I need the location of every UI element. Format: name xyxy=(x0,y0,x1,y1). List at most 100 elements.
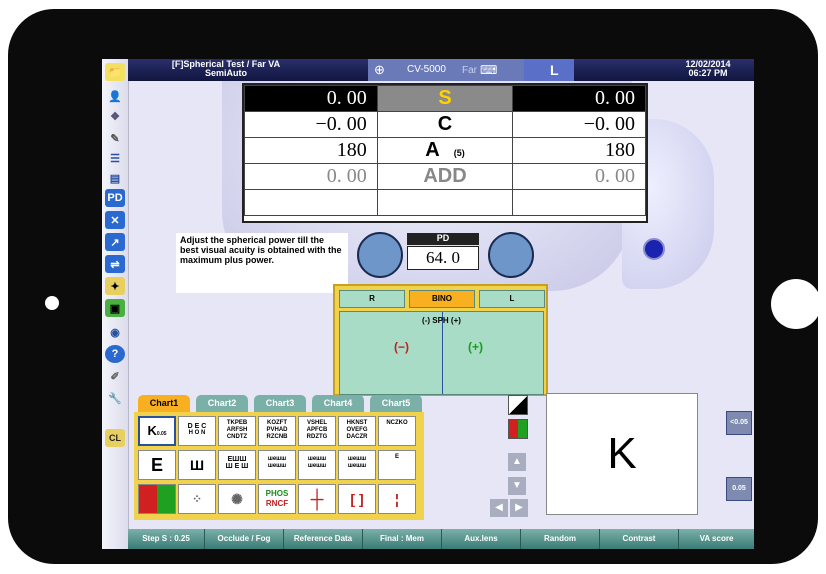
arrow-right-icon[interactable]: ▶ xyxy=(510,499,528,517)
va-score-button[interactable]: VA score xyxy=(679,529,754,549)
row-add: 0. 00 ADD 0. 00 xyxy=(244,163,646,190)
va-down-button[interactable]: <0.05 xyxy=(726,411,752,435)
view-icon[interactable]: ◉ xyxy=(105,323,125,341)
sph-label: (-) SPH (+) xyxy=(422,316,461,325)
chart-cross[interactable]: ┼ xyxy=(298,484,336,514)
list-icon[interactable]: ☰ xyxy=(105,149,125,167)
faded-label: Far xyxy=(462,65,477,76)
row-a: 180 A (5) 180 xyxy=(244,137,646,164)
chart-hknst[interactable]: HKNST OVEFG DACZR xyxy=(338,416,376,446)
c-label[interactable]: C xyxy=(376,111,514,138)
s-right[interactable]: 0. 00 xyxy=(244,85,378,112)
tab-r[interactable]: R xyxy=(339,290,405,308)
chart-grid: K0.05 D E CH O N TKPEB ARFSH CNDTZ KOZFT… xyxy=(134,412,424,520)
chart-nczko[interactable]: NCZKO xyxy=(378,416,416,446)
minus-button[interactable]: (−) xyxy=(394,340,409,354)
pen-icon[interactable]: ✐ xyxy=(105,367,125,385)
chart-e[interactable]: E xyxy=(138,450,176,480)
chart-brackets[interactable]: [ ] xyxy=(338,484,376,514)
sph-area[interactable]: (-) SPH (+) (−) (+) xyxy=(339,311,544,395)
eye-selector[interactable] xyxy=(524,59,574,81)
contrast-button[interactable]: Contrast xyxy=(600,529,679,549)
chart-dec[interactable]: D E CH O N xyxy=(178,416,216,446)
add-left[interactable]: 0. 00 xyxy=(512,163,646,190)
chart-astig-dial[interactable]: ✺ xyxy=(218,484,256,514)
move-icon[interactable]: ⊕ xyxy=(374,62,385,78)
chart-e-mixed[interactable]: ЕШШ Ш Е Ш xyxy=(218,450,256,480)
add-right[interactable]: 0. 00 xyxy=(244,163,378,190)
data-icon[interactable]: ❖ xyxy=(105,107,125,125)
test-icon-1[interactable]: ✕ xyxy=(105,211,125,229)
home-button[interactable] xyxy=(771,279,821,329)
chart-dots[interactable]: ⁘ xyxy=(178,484,216,514)
eye-label: L xyxy=(550,62,559,78)
tab-chart3[interactable]: Chart3 xyxy=(254,395,306,412)
contrast-icon[interactable] xyxy=(508,395,528,415)
test-icon-4[interactable]: ✦ xyxy=(105,277,125,295)
tab-chart5[interactable]: Chart5 xyxy=(370,395,422,412)
tab-bino[interactable]: BINO xyxy=(409,290,475,308)
tablet-frame: 📁 👤 ❖ ✎ ☰ ▤ PD ✕ ↗ ⇌ ✦ ▣ ◉ ? ✐ 🔧 CL [F]S… xyxy=(8,9,821,564)
tab-l[interactable]: L xyxy=(479,290,545,308)
random-button[interactable]: Random xyxy=(521,529,600,549)
tab-chart2[interactable]: Chart2 xyxy=(196,395,248,412)
indicator-dot xyxy=(643,238,665,260)
chart-tkpeb[interactable]: TKPEB ARFSH CNDTZ xyxy=(218,416,256,446)
tab-chart1[interactable]: Chart1 xyxy=(138,395,190,412)
arrow-left-icon[interactable]: ◀ xyxy=(490,499,508,517)
add-label[interactable]: ADD xyxy=(376,163,514,190)
chart-e-small-1[interactable]: шешш шешш xyxy=(258,450,296,480)
a-left[interactable]: 180 xyxy=(512,137,646,164)
folder-icon[interactable]: 📁 xyxy=(105,63,125,81)
occlude-fog-button[interactable]: Occlude / Fog xyxy=(205,529,284,549)
a-label-cell[interactable]: A (5) xyxy=(376,137,514,164)
c-left[interactable]: −0. 00 xyxy=(512,111,646,138)
chart-e-small-3[interactable]: шешш шешш xyxy=(338,450,376,480)
header-center xyxy=(368,59,524,81)
a-right[interactable]: 180 xyxy=(244,137,378,164)
s-left[interactable]: 0. 00 xyxy=(512,85,646,112)
cl-icon[interactable]: CL xyxy=(105,429,125,447)
test-icon-2[interactable]: ↗ xyxy=(105,233,125,251)
c-right[interactable]: −0. 00 xyxy=(244,111,378,138)
notes-icon[interactable]: ▤ xyxy=(105,169,125,187)
redgreen-icon[interactable] xyxy=(508,419,528,439)
left-toolbar: 📁 👤 ❖ ✎ ☰ ▤ PD ✕ ↗ ⇌ ✦ ▣ ◉ ? ✐ 🔧 CL xyxy=(102,59,129,549)
arrow-down-icon[interactable]: ▼ xyxy=(508,477,526,495)
print-icon[interactable]: ▣ xyxy=(105,299,125,317)
camera-icon xyxy=(45,296,59,310)
chart-display: K xyxy=(546,393,698,515)
chart-red-green[interactable] xyxy=(138,484,176,514)
chart-e-small-2[interactable]: шешш шешш xyxy=(298,450,336,480)
keyboard-icon[interactable]: ⌨ xyxy=(480,63,497,77)
sph-panel: R BINO L (-) SPH (+) (−) (+) xyxy=(333,284,548,396)
patient-icon[interactable]: 👤 xyxy=(105,87,125,105)
rx-table: 0. 00 S 0. 00 −0. 00 C −0. 00 180 A (5) 1… xyxy=(242,83,648,223)
tools-icon[interactable]: ✎ xyxy=(105,129,125,147)
aux-lens-button[interactable]: Aux.lens xyxy=(442,529,521,549)
plus-button[interactable]: (+) xyxy=(468,340,483,354)
chart-sha[interactable]: Ш xyxy=(178,450,216,480)
step-button[interactable]: Step S : 0.25 xyxy=(128,529,205,549)
screen: 📁 👤 ❖ ✎ ☰ ▤ PD ✕ ↗ ⇌ ✦ ▣ ◉ ? ✐ 🔧 CL [F]S… xyxy=(102,59,754,549)
row-c: −0. 00 C −0. 00 xyxy=(244,111,646,138)
final-mem-button[interactable]: Final : Mem xyxy=(363,529,442,549)
chart-kozft[interactable]: KOZFT PVHAD RZCNB xyxy=(258,416,296,446)
s-label[interactable]: S xyxy=(376,85,514,112)
chart-phos[interactable]: PHOS RNCF xyxy=(258,484,296,514)
arrow-up-icon[interactable]: ▲ xyxy=(508,453,526,471)
chart-k[interactable]: K0.05 xyxy=(138,416,176,446)
pd-value[interactable]: 64. 0 xyxy=(407,246,479,270)
chart-bars[interactable]: ¦ xyxy=(378,484,416,514)
pd-icon[interactable]: PD xyxy=(105,189,125,207)
tab-chart4[interactable]: Chart4 xyxy=(312,395,364,412)
va-current-button[interactable]: 0.05 xyxy=(726,477,752,501)
wrench-icon[interactable]: 🔧 xyxy=(105,389,125,407)
test-icon-3[interactable]: ⇌ xyxy=(105,255,125,273)
chart-vshel[interactable]: VSHEL APFCB RDZTG xyxy=(298,416,336,446)
chart-e-pyramid[interactable]: E xyxy=(378,450,416,480)
test-title: [F]Spherical Test / Far VA SemiAuto xyxy=(171,59,281,78)
pd-title: PD xyxy=(407,233,479,245)
help-icon[interactable]: ? xyxy=(105,345,125,363)
reference-data-button[interactable]: Reference Data xyxy=(284,529,363,549)
